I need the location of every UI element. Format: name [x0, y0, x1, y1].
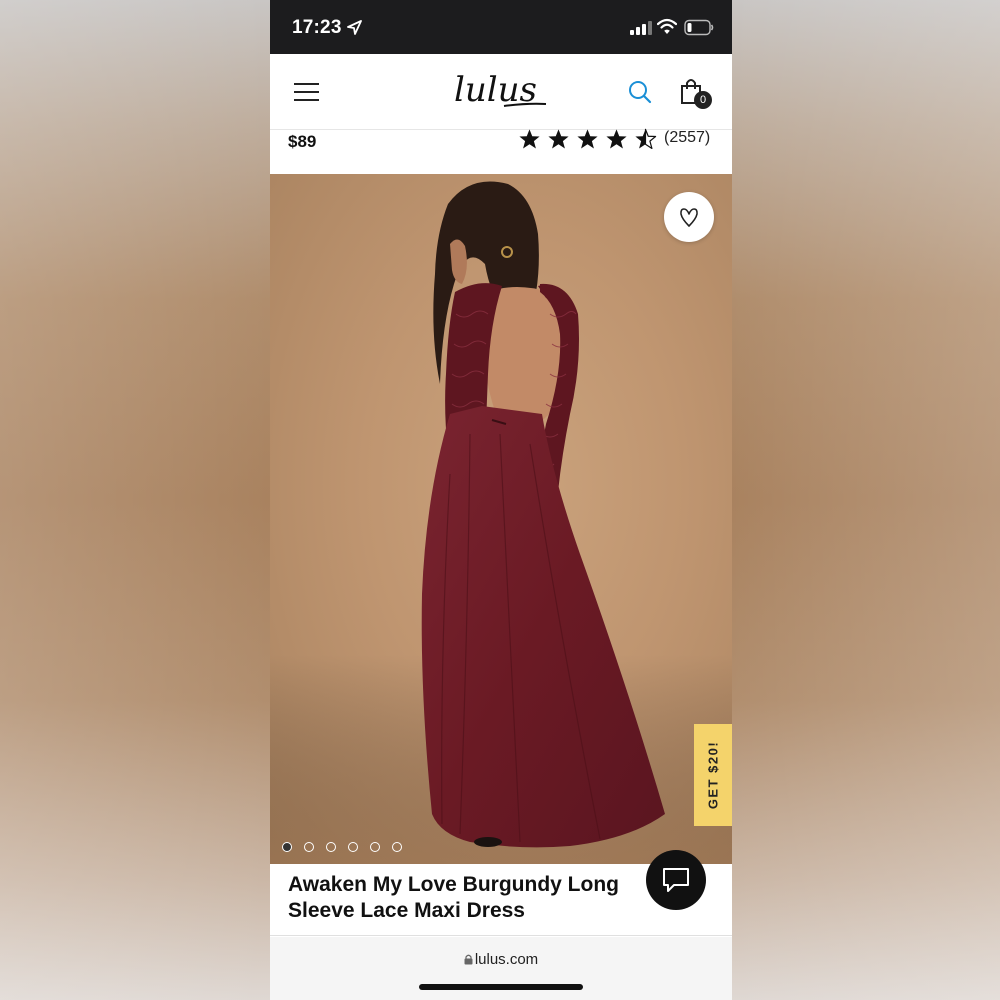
carousel-dot[interactable] — [370, 842, 380, 852]
carousel-dot[interactable] — [326, 842, 336, 852]
carousel-dot[interactable] — [348, 842, 358, 852]
half-star-icon — [635, 128, 657, 150]
chat-button[interactable] — [646, 850, 706, 910]
model-photo — [270, 181, 732, 864]
wifi-icon — [657, 18, 677, 34]
background-blur-left — [0, 0, 270, 1000]
status-time: 17:23 — [292, 17, 342, 38]
carousel-dot[interactable] — [392, 842, 402, 852]
browser-url-bar[interactable]: lulus.com — [270, 937, 732, 1000]
carousel-dot[interactable] — [304, 842, 314, 852]
chat-icon — [663, 868, 689, 892]
star-icon — [519, 129, 540, 149]
carousel-dot[interactable] — [282, 842, 292, 852]
background-blur-right — [730, 0, 1000, 1000]
phone-screen: 17:23 lulus 0 $89 (2557) GET $20! Awaken… — [270, 0, 732, 1000]
url-text: lulus.com — [474, 951, 539, 968]
heart-icon — [680, 208, 698, 227]
app-header: lulus 0 — [270, 54, 732, 130]
promo-tab[interactable]: GET $20! — [694, 724, 732, 826]
menu-icon[interactable] — [294, 82, 319, 102]
lock-icon — [464, 954, 473, 965]
status-bar: 17:23 — [270, 0, 732, 54]
star-icon — [577, 129, 598, 149]
rating-stars[interactable] — [518, 128, 657, 150]
url-display[interactable]: lulus.com — [270, 951, 732, 968]
image-carousel-dots — [282, 842, 402, 852]
signal-icon — [630, 21, 652, 35]
location-arrow-icon — [347, 20, 362, 35]
search-icon[interactable] — [628, 80, 652, 104]
star-icon — [606, 129, 627, 149]
product-price: $89 — [288, 132, 317, 151]
review-count[interactable]: (2557) — [664, 129, 710, 147]
promo-label: GET $20! — [705, 740, 721, 810]
product-image[interactable]: GET $20! — [270, 174, 732, 864]
wishlist-button[interactable] — [664, 192, 714, 242]
price-row: $89 (2557) — [270, 128, 732, 174]
lulus-logo[interactable]: lulus — [452, 68, 548, 112]
battery-icon — [684, 19, 714, 36]
product-title: Awaken My Love Burgundy Long Sleeve Lace… — [288, 873, 619, 922]
home-indicator[interactable] — [419, 984, 583, 990]
star-icon — [548, 129, 569, 149]
cart-count-badge: 0 — [694, 91, 712, 109]
